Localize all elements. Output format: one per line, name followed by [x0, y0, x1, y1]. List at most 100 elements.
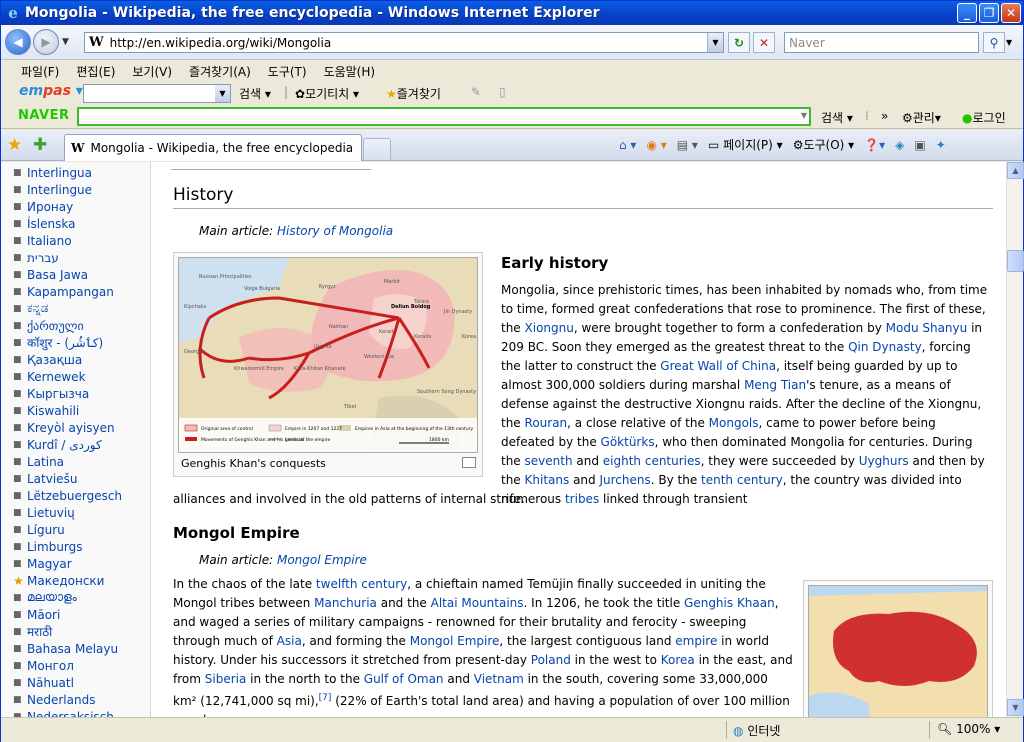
language-link[interactable]: ■ Nedersaksisch [13, 708, 122, 718]
toolbar-overflow-icon[interactable]: » [881, 109, 888, 123]
history-of-mongolia-link[interactable]: History of Mongolia [277, 224, 393, 238]
mogi-button[interactable]: ✿모기티치 ▾ [295, 85, 359, 102]
xiongnu-link[interactable]: Xiongnu [525, 321, 574, 335]
language-link[interactable]: ■ Interlingua [13, 164, 122, 181]
url-dropdown-icon[interactable]: ▼ [707, 33, 723, 52]
empas-search-input[interactable]: ▼ [83, 84, 231, 103]
empas-dropdown-icon[interactable]: ▼ [215, 85, 230, 102]
mongols-link[interactable]: Mongols [709, 416, 759, 430]
menu-favorites[interactable]: 즐겨찾기(A) [189, 63, 251, 80]
scroll-thumb[interactable] [1007, 250, 1024, 272]
asia-link[interactable]: Asia [277, 634, 302, 648]
language-link[interactable]: ★ Македонски [13, 572, 122, 589]
empas-search-button[interactable]: 검색 ▾ [239, 85, 271, 102]
document-icon[interactable]: ▯ [499, 85, 506, 99]
print-icon[interactable]: ▤ ▾ [677, 138, 698, 152]
siberia-link[interactable]: Siberia [205, 672, 247, 686]
language-link[interactable]: ■ ქართული [13, 317, 122, 334]
naver-login-button[interactable]: ●로그인 [962, 109, 1006, 126]
tenth-century-link[interactable]: tenth century [701, 473, 783, 487]
favorites-center-icon[interactable]: ★ [7, 135, 22, 155]
manchuria-link[interactable]: Manchuria [314, 596, 377, 610]
language-link[interactable]: ■ कॉशुर - (کٲشُر) [13, 334, 122, 351]
page-menu[interactable]: ▭ 페이지(P) ▾ [708, 136, 783, 153]
close-button[interactable]: ✕ [1001, 3, 1021, 23]
tools-menu[interactable]: ⚙도구(O) ▾ [793, 136, 855, 153]
search-options-dropdown-icon[interactable]: ▼ [1006, 32, 1018, 53]
minimize-button[interactable]: _ [957, 3, 977, 23]
language-link[interactable]: ■ Nederlands [13, 691, 122, 708]
modu-shanyu-link[interactable]: Modu Shanyu [886, 321, 968, 335]
gulf-of-oman-link[interactable]: Gulf of Oman [364, 672, 444, 686]
language-link[interactable]: ■ Kernewek [13, 368, 122, 385]
language-link[interactable]: ■ Basa Jawa [13, 266, 122, 283]
language-link[interactable]: ■ Kreyòl ayisyen [13, 419, 122, 436]
research-icon[interactable]: ▣ [914, 138, 925, 152]
stop-button[interactable]: ✕ [753, 32, 775, 53]
language-link[interactable]: ■ Italiano [13, 232, 122, 249]
seventh-link[interactable]: seventh [525, 454, 573, 468]
history-dropdown-icon[interactable]: ▼ [62, 37, 69, 47]
back-button[interactable]: ◀ [5, 29, 31, 55]
twelfth-century-link[interactable]: twelfth century [316, 577, 407, 591]
language-link[interactable]: ■ Иронау [13, 198, 122, 215]
menu-file[interactable]: 파일(F) [21, 63, 59, 80]
vietnam-link[interactable]: Vietnam [474, 672, 524, 686]
naver-dropdown-icon[interactable]: ▼ [801, 111, 807, 120]
gokturks-link[interactable]: Göktürks [601, 435, 655, 449]
language-link[interactable]: ■ Limburgs [13, 538, 122, 555]
khitans-link[interactable]: Khitans [525, 473, 570, 487]
add-favorite-icon[interactable]: ✚ [33, 135, 47, 155]
feeds-icon[interactable]: ◉ ▾ [646, 138, 666, 152]
forward-button[interactable]: ▶ [33, 29, 59, 55]
language-link[interactable]: ■ Монгол [13, 657, 122, 674]
help-icon[interactable]: ❓▾ [864, 138, 885, 152]
zoom-control[interactable]: 🔍︎ 100% ▾ [937, 722, 1000, 736]
language-link[interactable]: ■ Kiswahili [13, 402, 122, 419]
language-link[interactable]: ■ Bahasa Melayu [13, 640, 122, 657]
language-link[interactable]: ■ Íslenska [13, 215, 122, 232]
jurchens-link[interactable]: Jurchens [599, 473, 650, 487]
mongol-empire-inline-link[interactable]: Mongol Empire [410, 634, 500, 648]
pencil-icon[interactable]: ✎ [471, 85, 481, 99]
enlarge-icon[interactable] [462, 457, 476, 468]
scroll-down-arrow-icon[interactable]: ▼ [1007, 699, 1024, 716]
meng-tian-link[interactable]: Meng Tian [744, 378, 806, 392]
poland-link[interactable]: Poland [531, 653, 571, 667]
naver-manage-button[interactable]: ⚙관리▾ [902, 109, 941, 126]
language-link[interactable]: ■ ಕನ್ನಡ [13, 300, 122, 317]
language-link[interactable]: ■ Lietuvių [13, 504, 122, 521]
menu-tools[interactable]: 도구(T) [268, 63, 307, 80]
menu-help[interactable]: 도움말(H) [324, 63, 376, 80]
altai-mountains-link[interactable]: Altai Mountains [431, 596, 524, 610]
language-link[interactable]: ■ Қазақша [13, 351, 122, 368]
language-link[interactable]: ■ Kapampangan [13, 283, 122, 300]
rouran-link[interactable]: Rouran [525, 416, 568, 430]
mongol-empire-map[interactable] [808, 585, 988, 717]
vertical-scrollbar[interactable]: ▲ ▼ [1006, 162, 1024, 717]
language-link[interactable]: ■ Nāhuatl [13, 674, 122, 691]
language-link[interactable]: ■ मराठी [13, 623, 122, 640]
tab-mongolia[interactable]: W Mongolia - Wikipedia, the free encyclo… [64, 134, 362, 161]
naver-search-input[interactable]: ▼ [77, 107, 811, 126]
great-wall-link[interactable]: Great Wall of China [660, 359, 776, 373]
korea-link[interactable]: Korea [661, 653, 695, 667]
language-link[interactable]: ■ Kurdî / كوردی [13, 436, 122, 453]
refresh-button[interactable]: ↻ [728, 32, 750, 53]
empas-favorites-button[interactable]: ★즐겨찾기 [386, 85, 441, 102]
language-link[interactable]: ■ Latviešu [13, 470, 122, 487]
language-link[interactable]: ■ Māori [13, 606, 122, 623]
qin-dynasty-link[interactable]: Qin Dynasty [848, 340, 922, 354]
language-link[interactable]: ■ Latina [13, 453, 122, 470]
empas-logo[interactable]: empas ▾ [19, 83, 83, 99]
naver-logo[interactable]: NAVER [18, 108, 70, 123]
uyghurs-link[interactable]: Uyghurs [859, 454, 909, 468]
genghis-conquests-map[interactable]: Original area of control Movements of Ge… [178, 257, 478, 453]
language-link[interactable]: ■ Кыргызча [13, 385, 122, 402]
messenger-icon[interactable]: ◈ [895, 138, 904, 152]
language-link[interactable]: ■ Líguru [13, 521, 122, 538]
new-tab-button[interactable] [363, 138, 391, 160]
url-field[interactable]: W http://en.wikipedia.org/wiki/Mongolia … [84, 32, 724, 53]
menu-view[interactable]: 보기(V) [132, 63, 172, 80]
language-link[interactable]: ■ עברית [13, 249, 122, 266]
